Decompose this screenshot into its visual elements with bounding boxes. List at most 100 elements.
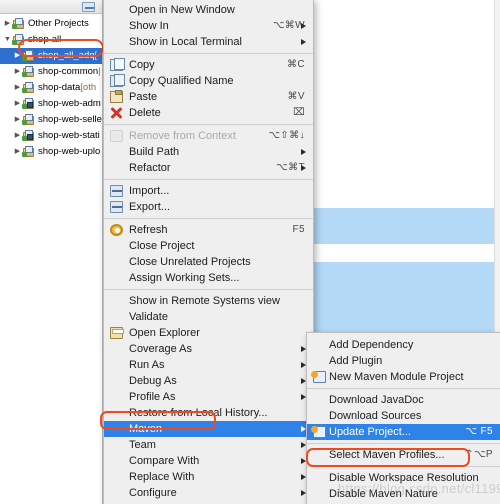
menu-item-show-in[interactable]: Show In ⌥⌘W bbox=[104, 18, 313, 34]
menu-item-maven[interactable]: Maven bbox=[104, 421, 313, 437]
menu-item-add-dependency[interactable]: Add Dependency bbox=[307, 337, 500, 353]
menu-item-label: Compare With bbox=[129, 455, 200, 467]
project-explorer-panel[interactable]: ▶ Other Projects ▼ shop-all ▶ shop_all_adq [▶… bbox=[0, 0, 103, 504]
menu-item-label: Debug As bbox=[129, 375, 177, 387]
menu-item-close-unrelated-projects[interactable]: Close Unrelated Projects bbox=[104, 254, 313, 270]
chevron-right-icon[interactable]: ▶ bbox=[13, 80, 22, 96]
menu-item-new-maven-module-project[interactable]: New Maven Module Project bbox=[307, 369, 500, 385]
menu-item-download-sources[interactable]: Download Sources bbox=[307, 408, 500, 424]
menu-item-disable-maven-nature[interactable]: Disable Maven Nature bbox=[307, 486, 500, 502]
chevron-right-icon[interactable]: ▶ bbox=[13, 128, 22, 144]
menu-item-update-project[interactable]: Update Project... ⌥ F5 bbox=[307, 424, 500, 440]
menu-item-run-as[interactable]: Run As bbox=[104, 357, 313, 373]
chevron-right-icon[interactable]: ▶ bbox=[3, 16, 12, 32]
menu-item-profile-as[interactable]: Profile As bbox=[104, 389, 313, 405]
menu-item-label: Restore from Local History... bbox=[129, 407, 268, 419]
tree-item-shop-web-stati[interactable]: ▶ shop-web-stati bbox=[0, 128, 102, 144]
tree-item-shop-data[interactable]: ▶ shop-data [oth bbox=[0, 80, 102, 96]
menu-item-build-path[interactable]: Build Path bbox=[104, 144, 313, 160]
tree-item-label: Other Projects bbox=[28, 18, 89, 29]
menu-item-copy[interactable]: Copy ⌘C bbox=[104, 57, 313, 73]
open-explorer-icon bbox=[110, 327, 124, 339]
maven-project-icon bbox=[12, 34, 25, 46]
tree-item-label: shop-common bbox=[38, 66, 99, 77]
chevron-down-icon[interactable]: ▼ bbox=[3, 32, 12, 48]
menu-item-refresh[interactable]: Refresh F5 bbox=[104, 222, 313, 238]
menu-item-label: Copy Qualified Name bbox=[129, 75, 234, 87]
submenu-arrow-icon bbox=[301, 22, 306, 29]
chevron-right-icon[interactable]: ▶ bbox=[13, 144, 22, 160]
menu-item-show-in-remote-systems-view[interactable]: Show in Remote Systems view bbox=[104, 293, 313, 309]
screenshot-root: eng</name>ven.apache.org</url>ld.sourceE… bbox=[0, 0, 500, 504]
menu-item-export[interactable]: Export... bbox=[104, 199, 313, 215]
project-folder-icon bbox=[12, 18, 25, 30]
chevron-right-icon[interactable]: ▶ bbox=[13, 112, 22, 128]
menu-item-assign-working-sets[interactable]: Assign Working Sets... bbox=[104, 270, 313, 286]
remove-from-context-icon bbox=[110, 130, 123, 142]
menu-item-debug-as[interactable]: Debug As bbox=[104, 373, 313, 389]
menu-item-delete[interactable]: Delete ⌧ bbox=[104, 105, 313, 121]
menu-item-disable-workspace-resolution[interactable]: Disable Workspace Resolution bbox=[307, 470, 500, 486]
maven-web-project-icon bbox=[22, 98, 35, 110]
menu-item-label: Build Path bbox=[129, 146, 180, 158]
maven-web-project-icon bbox=[22, 130, 35, 142]
menu-item-label: Show in Local Terminal bbox=[129, 36, 242, 48]
maven-project-icon bbox=[22, 82, 35, 94]
paste-icon bbox=[110, 90, 123, 103]
menu-item-open-in-new-window[interactable]: Open in New Window bbox=[104, 2, 313, 18]
project-context-menu[interactable]: Open in New Window Show In ⌥⌘W Show in Loca… bbox=[103, 0, 314, 504]
menu-item-compare-with[interactable]: Compare With bbox=[104, 453, 313, 469]
menu-item-label: Profile As bbox=[129, 391, 176, 403]
menu-item-add-plugin[interactable]: Add Plugin bbox=[307, 353, 500, 369]
menu-item-label: Download JavaDoc bbox=[329, 394, 424, 406]
menu-item-label: Show in Remote Systems view bbox=[129, 295, 280, 307]
tree-item-suffix: [ bbox=[94, 50, 98, 61]
menu-item-shortcut: ⌘C bbox=[286, 59, 305, 70]
menu-item-refactor[interactable]: Refactor ⌥⌘T bbox=[104, 160, 313, 176]
tree-item-suffix: [oth bbox=[80, 82, 97, 93]
menu-item-configure[interactable]: Configure bbox=[104, 485, 313, 501]
menu-item-import[interactable]: Import... bbox=[104, 183, 313, 199]
view-menu-icon[interactable] bbox=[82, 2, 95, 12]
menu-separator bbox=[104, 289, 313, 290]
chevron-right-icon[interactable]: ▶ bbox=[13, 96, 22, 112]
tree-item-label: shop-web-stati bbox=[38, 130, 100, 141]
menu-item-label: Select Maven Profiles... bbox=[329, 449, 445, 461]
tree-item-label: shop-data bbox=[38, 82, 81, 93]
menu-separator bbox=[104, 124, 313, 125]
menu-item-show-in-local-terminal[interactable]: Show in Local Terminal bbox=[104, 34, 313, 50]
menu-item-label: Replace With bbox=[129, 471, 195, 483]
menu-item-paste[interactable]: Paste ⌘V bbox=[104, 89, 313, 105]
menu-item-download-javadoc[interactable]: Download JavaDoc bbox=[307, 392, 500, 408]
tree-item-shop-common[interactable]: ▶ shop-common | bbox=[0, 64, 102, 80]
menu-item-restore-from-local-history[interactable]: Restore from Local History... bbox=[104, 405, 313, 421]
menu-item-label: Disable Maven Nature bbox=[329, 488, 438, 500]
submenu-arrow-icon bbox=[301, 148, 306, 155]
project-explorer-toolbar bbox=[0, 0, 102, 14]
menu-item-label: Export... bbox=[129, 201, 170, 213]
chevron-right-icon[interactable]: ▶ bbox=[13, 48, 22, 64]
menu-item-close-project[interactable]: Close Project bbox=[104, 238, 313, 254]
tree-item-other-projects[interactable]: ▶ Other Projects bbox=[0, 16, 102, 32]
menu-item-shortcut: ⌘V bbox=[287, 91, 305, 102]
menu-item-open-explorer[interactable]: Open Explorer bbox=[104, 325, 313, 341]
tree-item-shop-web-adm[interactable]: ▶ shop-web-adm bbox=[0, 96, 102, 112]
tree-item-shop-web-uplo[interactable]: ▶ shop-web-uplo bbox=[0, 144, 102, 160]
menu-item-team[interactable]: Team bbox=[104, 437, 313, 453]
tree-item-shop-all[interactable]: ▼ shop-all bbox=[0, 32, 102, 48]
menu-item-copy-qualified-name[interactable]: Copy Qualified Name bbox=[104, 73, 313, 89]
tree-item-shop-web-selle[interactable]: ▶ shop-web-selle bbox=[0, 112, 102, 128]
menu-item-select-maven-profiles[interactable]: Select Maven Profiles... ⌃⌥P bbox=[307, 447, 500, 463]
menu-item-label: Add Dependency bbox=[329, 339, 414, 351]
menu-item-label: Show In bbox=[129, 20, 169, 32]
menu-item-coverage-as[interactable]: Coverage As bbox=[104, 341, 313, 357]
chevron-right-icon[interactable]: ▶ bbox=[13, 64, 22, 80]
tree-item-shop-all-adq[interactable]: ▶ shop_all_adq [ bbox=[0, 48, 102, 64]
menu-item-label: Open in New Window bbox=[129, 4, 235, 16]
menu-item-label: Update Project... bbox=[329, 426, 411, 438]
project-tree[interactable]: ▶ Other Projects ▼ shop-all ▶ shop_all_adq [▶… bbox=[0, 16, 102, 160]
menu-item-replace-with[interactable]: Replace With bbox=[104, 469, 313, 485]
menu-item-validate[interactable]: Validate bbox=[104, 309, 313, 325]
maven-submenu[interactable]: Add Dependency Add Plugin New Maven Module… bbox=[306, 332, 500, 504]
menu-item-shortcut: ⌥ F5 bbox=[465, 426, 493, 437]
